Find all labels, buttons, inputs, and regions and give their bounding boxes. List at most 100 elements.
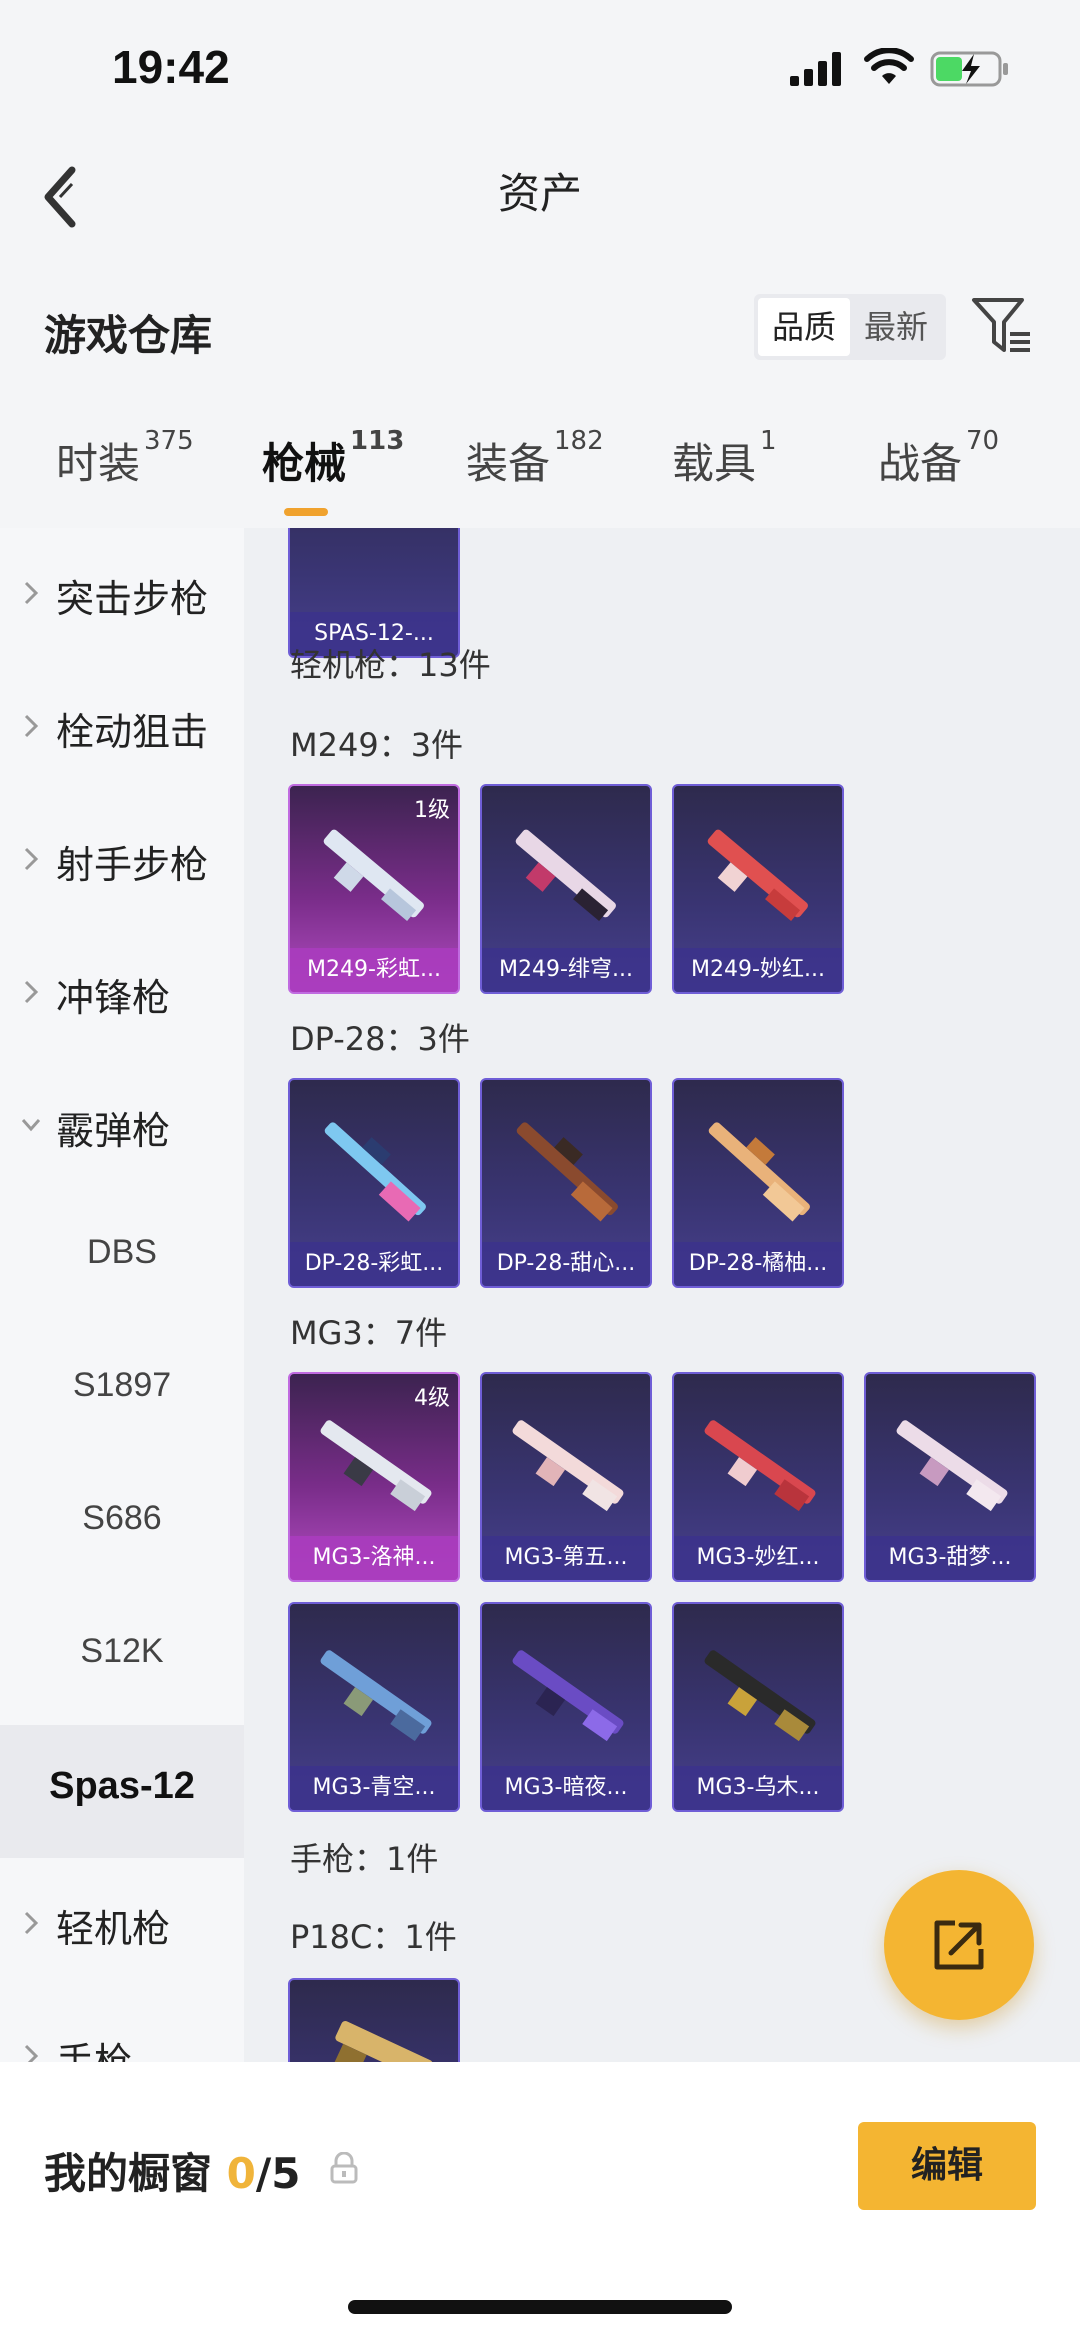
weapon-card-label: DP-28-彩虹... xyxy=(290,1242,458,1286)
weapon-card-mg3-6[interactable]: MG3-暗夜... xyxy=(480,1602,652,1812)
sort-latest-button[interactable]: 最新 xyxy=(850,298,942,356)
sidebar-item-label: S686 xyxy=(82,1499,162,1537)
weapon-card-label: MG3-青空... xyxy=(290,1766,458,1810)
weapon-card-spas12[interactable]: SPAS-12-... xyxy=(288,528,460,658)
weapon-card-label: M249-彩虹... xyxy=(290,948,458,992)
edit-button[interactable]: 编辑 xyxy=(858,2122,1036,2210)
showcase-label: 我的橱窗 0/5 xyxy=(44,2140,300,2201)
sidebar-item-label: Spas-12 xyxy=(49,1765,195,1807)
weapon-card-label: MG3-暗夜... xyxy=(482,1766,650,1810)
weapon-card-label: MG3-第五... xyxy=(482,1536,650,1580)
showcase-total: /5 xyxy=(255,2149,301,2198)
active-tab-indicator xyxy=(284,508,328,516)
lmg-weapon-icon xyxy=(512,1420,624,1512)
weapon-card-mg3-7[interactable]: MG3-乌木... xyxy=(672,1602,844,1812)
sidebar-item-label: DBS xyxy=(87,1233,157,1271)
weapon-card-dp28-1[interactable]: DP-28-彩虹... xyxy=(288,1078,460,1288)
lmg-weapon-icon xyxy=(516,1122,618,1222)
sidebar-item-bolt-sniper[interactable]: 栓动狙击 xyxy=(0,661,244,794)
tab-gear[interactable]: 战备 70 xyxy=(878,426,999,491)
weapon-category-sidebar: 突击步枪 栓动狙击 射手步枪 冲锋枪 霰弹枪 DBS S1897 S686 S1… xyxy=(0,528,244,2062)
sort-toggle: 品质 最新 xyxy=(754,294,946,360)
tab-vehicles[interactable]: 载具 1 xyxy=(672,426,777,491)
weapon-card-label: MG3-妙红... xyxy=(674,1536,842,1580)
nav-bar: 资产 xyxy=(0,140,1080,260)
tab-count: 70 xyxy=(966,426,1000,456)
sidebar-subitem-s12k[interactable]: S12K xyxy=(0,1592,244,1725)
weapon-card-label: M249-妙红... xyxy=(674,948,842,992)
sidebar-item-label: S1897 xyxy=(72,1366,172,1404)
sidebar-subitem-s1897[interactable]: S1897 xyxy=(0,1326,244,1459)
weapon-card-label: MG3-甜梦... xyxy=(866,1536,1034,1580)
weapon-card-label: DP-28-橘柚... xyxy=(674,1242,842,1286)
sidebar-item-shotgun[interactable]: 霰弹枪 xyxy=(0,1060,244,1193)
section-header-lmg: 轻机枪：13件 xyxy=(290,646,491,684)
weapon-card-m249-3[interactable]: M249-妙红... xyxy=(672,784,844,994)
chevron-right-icon xyxy=(24,1911,39,1935)
weapon-card-mg3-2[interactable]: MG3-第五... xyxy=(480,1372,652,1582)
weapon-card-mg3-3[interactable]: MG3-妙红... xyxy=(672,1372,844,1582)
sidebar-subitem-dbs[interactable]: DBS xyxy=(0,1193,244,1326)
lmg-weapon-icon xyxy=(515,829,616,921)
sidebar-item-marksman-rifle[interactable]: 射手步枪 xyxy=(0,794,244,927)
tab-count: 375 xyxy=(144,426,194,456)
sidebar-item-smg[interactable]: 冲锋枪 xyxy=(0,927,244,1060)
chevron-right-icon xyxy=(24,2044,39,2062)
weapon-card-m249-1[interactable]: 1级 M249-彩虹... xyxy=(288,784,460,994)
sidebar-item-lmg[interactable]: 轻机枪 xyxy=(0,1858,244,1991)
sidebar-item-pistol[interactable]: 手枪 xyxy=(0,1991,244,2062)
tab-firearms[interactable]: 枪械 113 xyxy=(262,426,404,516)
sidebar-subitem-s686[interactable]: S686 xyxy=(0,1459,244,1592)
warehouse-header: 游戏仓库 品质 最新 xyxy=(0,282,1080,382)
weapon-card-p18c[interactable] xyxy=(288,1978,460,2062)
section-header-p18c: P18C：1件 xyxy=(290,1918,457,1956)
page-title: 资产 xyxy=(497,169,582,218)
share-icon xyxy=(934,1920,984,1970)
tab-count: 1 xyxy=(760,426,777,456)
sidebar-item-label: S12K xyxy=(80,1632,164,1670)
weapon-card-mg3-1[interactable]: 4级 MG3-洛神... xyxy=(288,1372,460,1582)
section-header-m249: M249：3件 xyxy=(290,726,464,764)
weapon-card-label: DP-28-甜心... xyxy=(482,1242,650,1286)
weapon-card-mg3-4[interactable]: MG3-甜梦... xyxy=(864,1372,1036,1582)
chevron-right-icon xyxy=(24,980,39,1004)
weapon-card-mg3-5[interactable]: MG3-青空... xyxy=(288,1602,460,1812)
status-bar: 19:42 xyxy=(0,0,1080,140)
sidebar-item-label: 突击步枪 xyxy=(56,577,209,621)
weapon-card-dp28-3[interactable]: DP-28-橘柚... xyxy=(672,1078,844,1288)
warehouse-title: 游戏仓库 xyxy=(44,311,213,360)
wifi-icon xyxy=(864,48,914,84)
weapon-list: SPAS-12-... 轻机枪：13件 M249：3件 1级 M249-彩虹..… xyxy=(244,528,1080,2062)
tab-count: 113 xyxy=(350,426,405,456)
sort-quality-button[interactable]: 品质 xyxy=(758,298,850,356)
chevron-right-icon xyxy=(24,581,39,605)
chevron-down-icon xyxy=(22,1119,40,1132)
sidebar-subitem-spas12[interactable]: Spas-12 xyxy=(0,1725,244,1858)
home-indicator xyxy=(348,2300,732,2314)
sidebar-item-label: 轻机枪 xyxy=(56,1907,171,1951)
lmg-weapon-icon xyxy=(704,1650,816,1742)
showcase-title: 我的橱窗 xyxy=(44,2149,213,2198)
battery-charging-icon xyxy=(930,51,1008,87)
lmg-weapon-icon xyxy=(512,1650,624,1742)
chevron-right-icon xyxy=(24,714,39,738)
lmg-weapon-icon xyxy=(704,1420,816,1512)
showcase-bar: 我的橱窗 0/5 编辑 xyxy=(0,2062,1080,2337)
weapon-card-dp28-2[interactable]: DP-28-甜心... xyxy=(480,1078,652,1288)
lmg-weapon-icon xyxy=(323,829,424,921)
lmg-weapon-icon xyxy=(324,1122,426,1222)
tab-equipment[interactable]: 装备 182 xyxy=(466,426,604,491)
tab-label: 装备 xyxy=(466,439,551,488)
sidebar-item-assault-rifle[interactable]: 突击步枪 xyxy=(0,528,244,661)
sidebar-item-label: 手枪 xyxy=(56,2040,133,2062)
status-time: 19:42 xyxy=(112,41,230,93)
weapon-card-m249-2[interactable]: M249-绯穹... xyxy=(480,784,652,994)
tab-count: 182 xyxy=(554,426,604,456)
lmg-weapon-icon xyxy=(708,1122,810,1222)
share-button[interactable] xyxy=(884,1870,1034,2020)
tab-fashion[interactable]: 时装 375 xyxy=(56,426,194,491)
tab-label: 时装 xyxy=(56,439,141,488)
filter-icon[interactable] xyxy=(970,294,1034,358)
chevron-right-icon xyxy=(24,847,39,871)
sidebar-item-label: 冲锋枪 xyxy=(56,976,171,1020)
